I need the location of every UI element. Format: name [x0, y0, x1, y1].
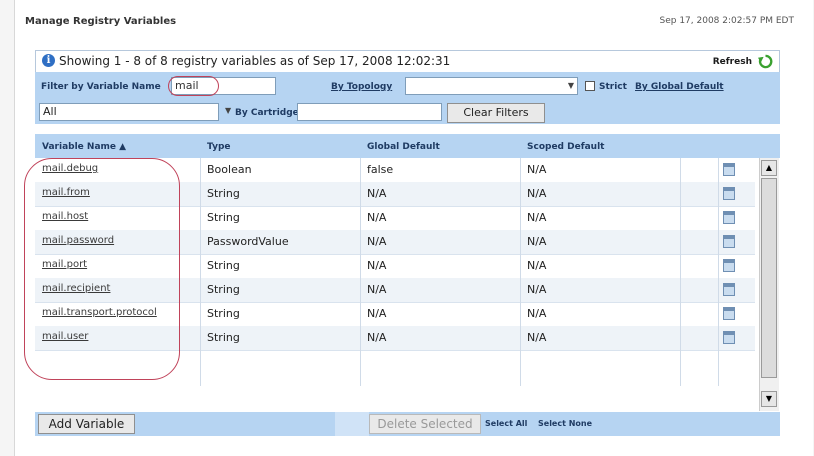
variable-type: String	[207, 259, 240, 272]
edit-icon-header	[724, 284, 734, 287]
variable-type: String	[207, 187, 240, 200]
variable-type: String	[207, 307, 240, 320]
strict-checkbox[interactable]	[585, 81, 595, 91]
showing-bar: i Showing 1 - 8 of 8 registry variables …	[35, 50, 780, 72]
delete-selected-button[interactable]: Delete Selected	[369, 414, 481, 434]
refresh-icon[interactable]	[758, 54, 773, 69]
footer-spacer	[335, 412, 369, 436]
scoped-default-value: N/A	[527, 331, 547, 344]
variable-type: Boolean	[207, 163, 252, 176]
edit-icon-header	[724, 212, 734, 215]
table-footer: Add Variable Delete Selected Select All …	[35, 412, 780, 436]
scroll-up-icon[interactable]: ▲	[761, 160, 777, 176]
column-divider	[680, 158, 681, 386]
showing-count-text: Showing 1 - 8 of 8 registry variables as…	[59, 54, 451, 68]
column-header-scoped-default[interactable]: Scoped Default	[527, 142, 604, 152]
variable-type: PasswordValue	[207, 235, 289, 248]
edit-icon-header	[724, 164, 734, 167]
table-scrollbar[interactable]: ▲ ▼	[759, 158, 779, 411]
by-global-default-link[interactable]: By Global Default	[635, 82, 724, 92]
cartridge-filter-input[interactable]	[297, 103, 442, 121]
edit-icon-header	[724, 332, 734, 335]
global-default-value: N/A	[367, 307, 387, 320]
variable-type: String	[207, 283, 240, 296]
scoped-default-value: N/A	[527, 259, 547, 272]
edit-icon[interactable]	[723, 235, 735, 248]
scoped-default-value: N/A	[527, 163, 547, 176]
global-default-value: N/A	[367, 331, 387, 344]
global-default-value: N/A	[367, 211, 387, 224]
column-header-global-default[interactable]: Global Default	[367, 142, 440, 152]
global-default-value: N/A	[367, 259, 387, 272]
topology-select[interactable]: ▼	[405, 77, 578, 95]
global-default-value: N/A	[367, 235, 387, 248]
chevron-down-icon: ▼	[225, 106, 232, 115]
clear-filters-button[interactable]: Clear Filters	[447, 103, 545, 123]
edit-icon-header	[724, 188, 734, 191]
edit-icon[interactable]	[723, 187, 735, 200]
variable-type: String	[207, 211, 240, 224]
annotation-oval-filter	[168, 76, 219, 96]
global-default-value: N/A	[367, 187, 387, 200]
scoped-default-value: N/A	[527, 211, 547, 224]
by-cartridge-label: By Cartridge	[235, 108, 299, 118]
select-none-link[interactable]: Select None	[538, 419, 592, 428]
edit-icon[interactable]	[723, 259, 735, 272]
scope-select-value: All	[43, 105, 57, 118]
filter-variable-name-label: Filter by Variable Name	[41, 82, 161, 92]
add-variable-button[interactable]: Add Variable	[38, 414, 135, 434]
edit-icon[interactable]	[723, 163, 735, 176]
edit-icon-header	[724, 308, 734, 311]
annotation-oval-variable-names	[24, 158, 180, 380]
scroll-down-icon[interactable]: ▼	[761, 391, 777, 407]
edit-icon-header	[724, 236, 734, 239]
variable-type: String	[207, 331, 240, 344]
chevron-down-icon: ▼	[567, 81, 574, 90]
edit-icon[interactable]	[723, 211, 735, 224]
global-default-value: N/A	[367, 283, 387, 296]
info-icon: i	[42, 54, 55, 67]
edit-icon[interactable]	[723, 331, 735, 344]
filter-panel: Filter by Variable Name mail By Topology…	[35, 72, 780, 124]
scoped-default-value: N/A	[527, 307, 547, 320]
select-all-link[interactable]: Select All	[485, 419, 527, 428]
column-header-variable-name[interactable]: Variable Name ▲	[42, 142, 126, 152]
page-title: Manage Registry Variables	[25, 16, 177, 27]
refresh-link[interactable]: Refresh	[713, 57, 752, 67]
edit-icon-header	[724, 260, 734, 263]
scoped-default-value: N/A	[527, 187, 547, 200]
scoped-default-value: N/A	[527, 283, 547, 296]
column-divider	[360, 158, 361, 386]
global-default-value: false	[367, 163, 394, 176]
column-divider	[718, 158, 719, 386]
edit-icon[interactable]	[723, 307, 735, 320]
scrollbar-thumb[interactable]	[761, 178, 777, 378]
edit-icon[interactable]	[723, 283, 735, 296]
column-divider	[200, 158, 201, 386]
column-divider	[520, 158, 521, 386]
strict-label: Strict	[599, 82, 627, 92]
page-timestamp: Sep 17, 2008 2:02:57 PM EDT	[659, 16, 795, 26]
scope-select[interactable]: All	[39, 103, 219, 121]
grid-header: Variable Name ▲ Type Global Default Scop…	[35, 134, 780, 158]
column-header-type[interactable]: Type	[207, 142, 230, 152]
by-topology-link[interactable]: By Topology	[331, 82, 392, 92]
scoped-default-value: N/A	[527, 235, 547, 248]
